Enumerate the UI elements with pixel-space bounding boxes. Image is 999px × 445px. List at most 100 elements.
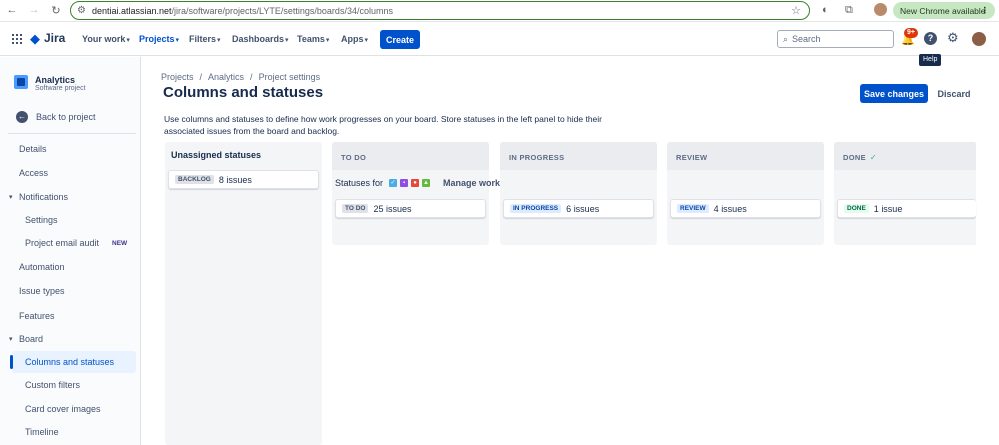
sidebar-divider (8, 133, 136, 134)
chevron-down-icon: ▾ (9, 336, 13, 343)
status-card-review[interactable]: REVIEW 4 issues (670, 199, 821, 218)
status-card-in-progress[interactable]: IN PROGRESS 6 issues (503, 199, 654, 218)
nav-apps[interactable]: Apps▾ (341, 34, 368, 44)
board-column-review[interactable]: REVIEW REVIEW 4 issues (667, 142, 824, 245)
project-name: Analytics (35, 75, 76, 85)
update-chrome-button[interactable]: New Chrome available ⋮ (893, 2, 995, 19)
sidebar-item-columns-and-statuses[interactable]: Columns and statuses (25, 357, 114, 367)
status-lozenge: REVIEW (677, 204, 709, 213)
sidebar-item-settings[interactable]: Settings (25, 215, 58, 225)
status-lozenge: TO DO (342, 204, 369, 213)
help-tooltip: Help (919, 54, 942, 66)
breadcrumb: Projects / Analytics / Project settings (161, 72, 320, 82)
help-icon[interactable]: ? (924, 32, 937, 45)
board-column-in-progress[interactable]: IN PROGRESS IN PROGRESS 6 issues (500, 142, 657, 245)
chevron-down-icon: ▾ (364, 37, 369, 44)
breadcrumb-separator: / (250, 72, 253, 82)
extensions-icon[interactable]: ⧉ (845, 4, 853, 17)
column-header[interactable]: TO DO (332, 142, 489, 170)
save-changes-button[interactable]: Save changes (860, 84, 928, 103)
chevron-down-icon: ▾ (175, 37, 180, 44)
sidebar-item-timeline[interactable]: Timeline (25, 427, 59, 437)
chevron-down-icon: ▾ (325, 37, 330, 44)
issue-count: 4 issues (713, 203, 747, 214)
breadcrumb-analytics[interactable]: Analytics (208, 72, 244, 82)
breadcrumb-separator: / (199, 72, 203, 82)
nav-your-work[interactable]: Your work▾ (82, 34, 130, 44)
project-avatar-icon (14, 75, 28, 89)
page-title: Columns and statuses (163, 84, 324, 101)
nav-projects[interactable]: Projects▾ (139, 34, 179, 44)
issue-count: 1 issue (873, 203, 903, 214)
board-column-done[interactable]: DONE ✓ DONE 1 issue (834, 142, 976, 245)
subtask-issue-type-icon: ▪ (400, 179, 409, 187)
back-to-project-link[interactable]: ← Back to project (16, 111, 96, 123)
sidebar-item-card-cover-images[interactable]: Card cover images (25, 404, 101, 414)
nav-filters[interactable]: Filters▾ (189, 34, 221, 44)
url-text: dentiai.atlassian.net/jira/software/proj… (91, 5, 393, 16)
more-menu-icon[interactable]: ⋮ (981, 5, 990, 16)
statuses-for-row: Statuses for ✓ ▪ ● ▲ Manage workflow (335, 178, 519, 188)
search-input[interactable]: ⌕ Search (777, 30, 894, 48)
issue-count: 6 issues (566, 203, 600, 214)
discard-button[interactable]: Discard (934, 84, 974, 103)
sidebar-item-issue-types[interactable]: Issue types (19, 286, 65, 296)
project-sidebar: Analytics Software project ← Back to pro… (0, 57, 141, 445)
sidebar-item-custom-filters[interactable]: Custom filters (25, 380, 80, 390)
jira-top-nav: ◆ Jira Your work▾ Projects▾ Filters▾ Das… (0, 22, 999, 56)
sidebar-item-automation[interactable]: Automation (19, 262, 65, 272)
sidebar-item-features[interactable]: Features (19, 311, 55, 321)
user-avatar[interactable] (972, 32, 986, 46)
issue-count: 25 issues (373, 203, 412, 214)
sidebar-item-notifications[interactable]: ▾ Notifications (9, 192, 68, 202)
unassigned-statuses-panel: Unassigned statuses BACKLOG 8 issues (165, 142, 322, 445)
back-arrow-icon[interactable]: ← (2, 4, 22, 16)
board-column-todo[interactable]: TO DO TO DO 25 issues (332, 142, 489, 245)
page-description: Use columns and statuses to define how w… (164, 114, 602, 136)
sidebar-item-details[interactable]: Details (19, 144, 47, 154)
bookmark-star-icon[interactable]: ☆ (791, 4, 801, 17)
status-card-done[interactable]: DONE 1 issue (837, 199, 976, 218)
issue-count: 8 issues (218, 174, 252, 185)
unassigned-title: Unassigned statuses (171, 150, 262, 160)
bug-issue-type-icon: ● (411, 179, 420, 187)
app-switcher-icon[interactable] (12, 34, 22, 44)
nav-teams[interactable]: Teams▾ (297, 34, 329, 44)
column-title: DONE ✓ (843, 153, 877, 162)
column-title: IN PROGRESS (509, 153, 565, 162)
site-info-icon[interactable]: ⚙ (77, 5, 86, 16)
create-button[interactable]: Create (380, 30, 420, 49)
sidebar-item-board[interactable]: ▾ Board (9, 334, 43, 344)
search-icon: ⌕ (783, 33, 789, 44)
jira-logo-icon: ◆ (30, 30, 40, 46)
browser-toolbar: ← → ↻ ⚙ dentiai.atlassian.net/jira/softw… (0, 0, 999, 22)
column-title: TO DO (341, 153, 367, 162)
chevron-down-icon: ▾ (126, 37, 130, 44)
task-issue-type-icon: ✓ (389, 179, 398, 187)
chevron-down-icon: ▾ (285, 37, 289, 44)
breadcrumb-project-settings[interactable]: Project settings (259, 72, 321, 82)
google-lens-icon[interactable]: ◐ (822, 4, 829, 16)
column-title: REVIEW (676, 153, 708, 162)
status-lozenge: IN PROGRESS (510, 204, 562, 213)
column-header[interactable]: REVIEW (667, 142, 824, 170)
sidebar-item-access[interactable]: Access (19, 168, 48, 178)
column-header[interactable]: IN PROGRESS (500, 142, 657, 170)
status-card-backlog[interactable]: BACKLOG 8 issues (168, 170, 319, 189)
breadcrumb-projects[interactable]: Projects (161, 72, 194, 82)
profile-avatar[interactable] (874, 3, 887, 16)
nav-dashboards[interactable]: Dashboards▾ (232, 34, 289, 44)
settings-gear-icon[interactable]: ⚙ (947, 30, 959, 46)
forward-arrow-icon[interactable]: → (24, 4, 44, 16)
column-header[interactable]: DONE ✓ (834, 142, 976, 170)
status-card-todo[interactable]: TO DO 25 issues (335, 199, 486, 218)
project-type: Software project (35, 85, 86, 92)
arrow-left-icon: ← (16, 111, 28, 123)
status-lozenge: BACKLOG (175, 175, 214, 184)
sidebar-item-project-email-audit[interactable]: Project email audit (25, 238, 99, 248)
jira-logo[interactable]: ◆ Jira (30, 31, 65, 45)
status-lozenge: DONE (844, 204, 869, 213)
address-bar[interactable]: ⚙ dentiai.atlassian.net/jira/software/pr… (70, 1, 810, 20)
checkmark-icon: ✓ (869, 153, 877, 162)
reload-icon[interactable]: ↻ (46, 4, 66, 17)
